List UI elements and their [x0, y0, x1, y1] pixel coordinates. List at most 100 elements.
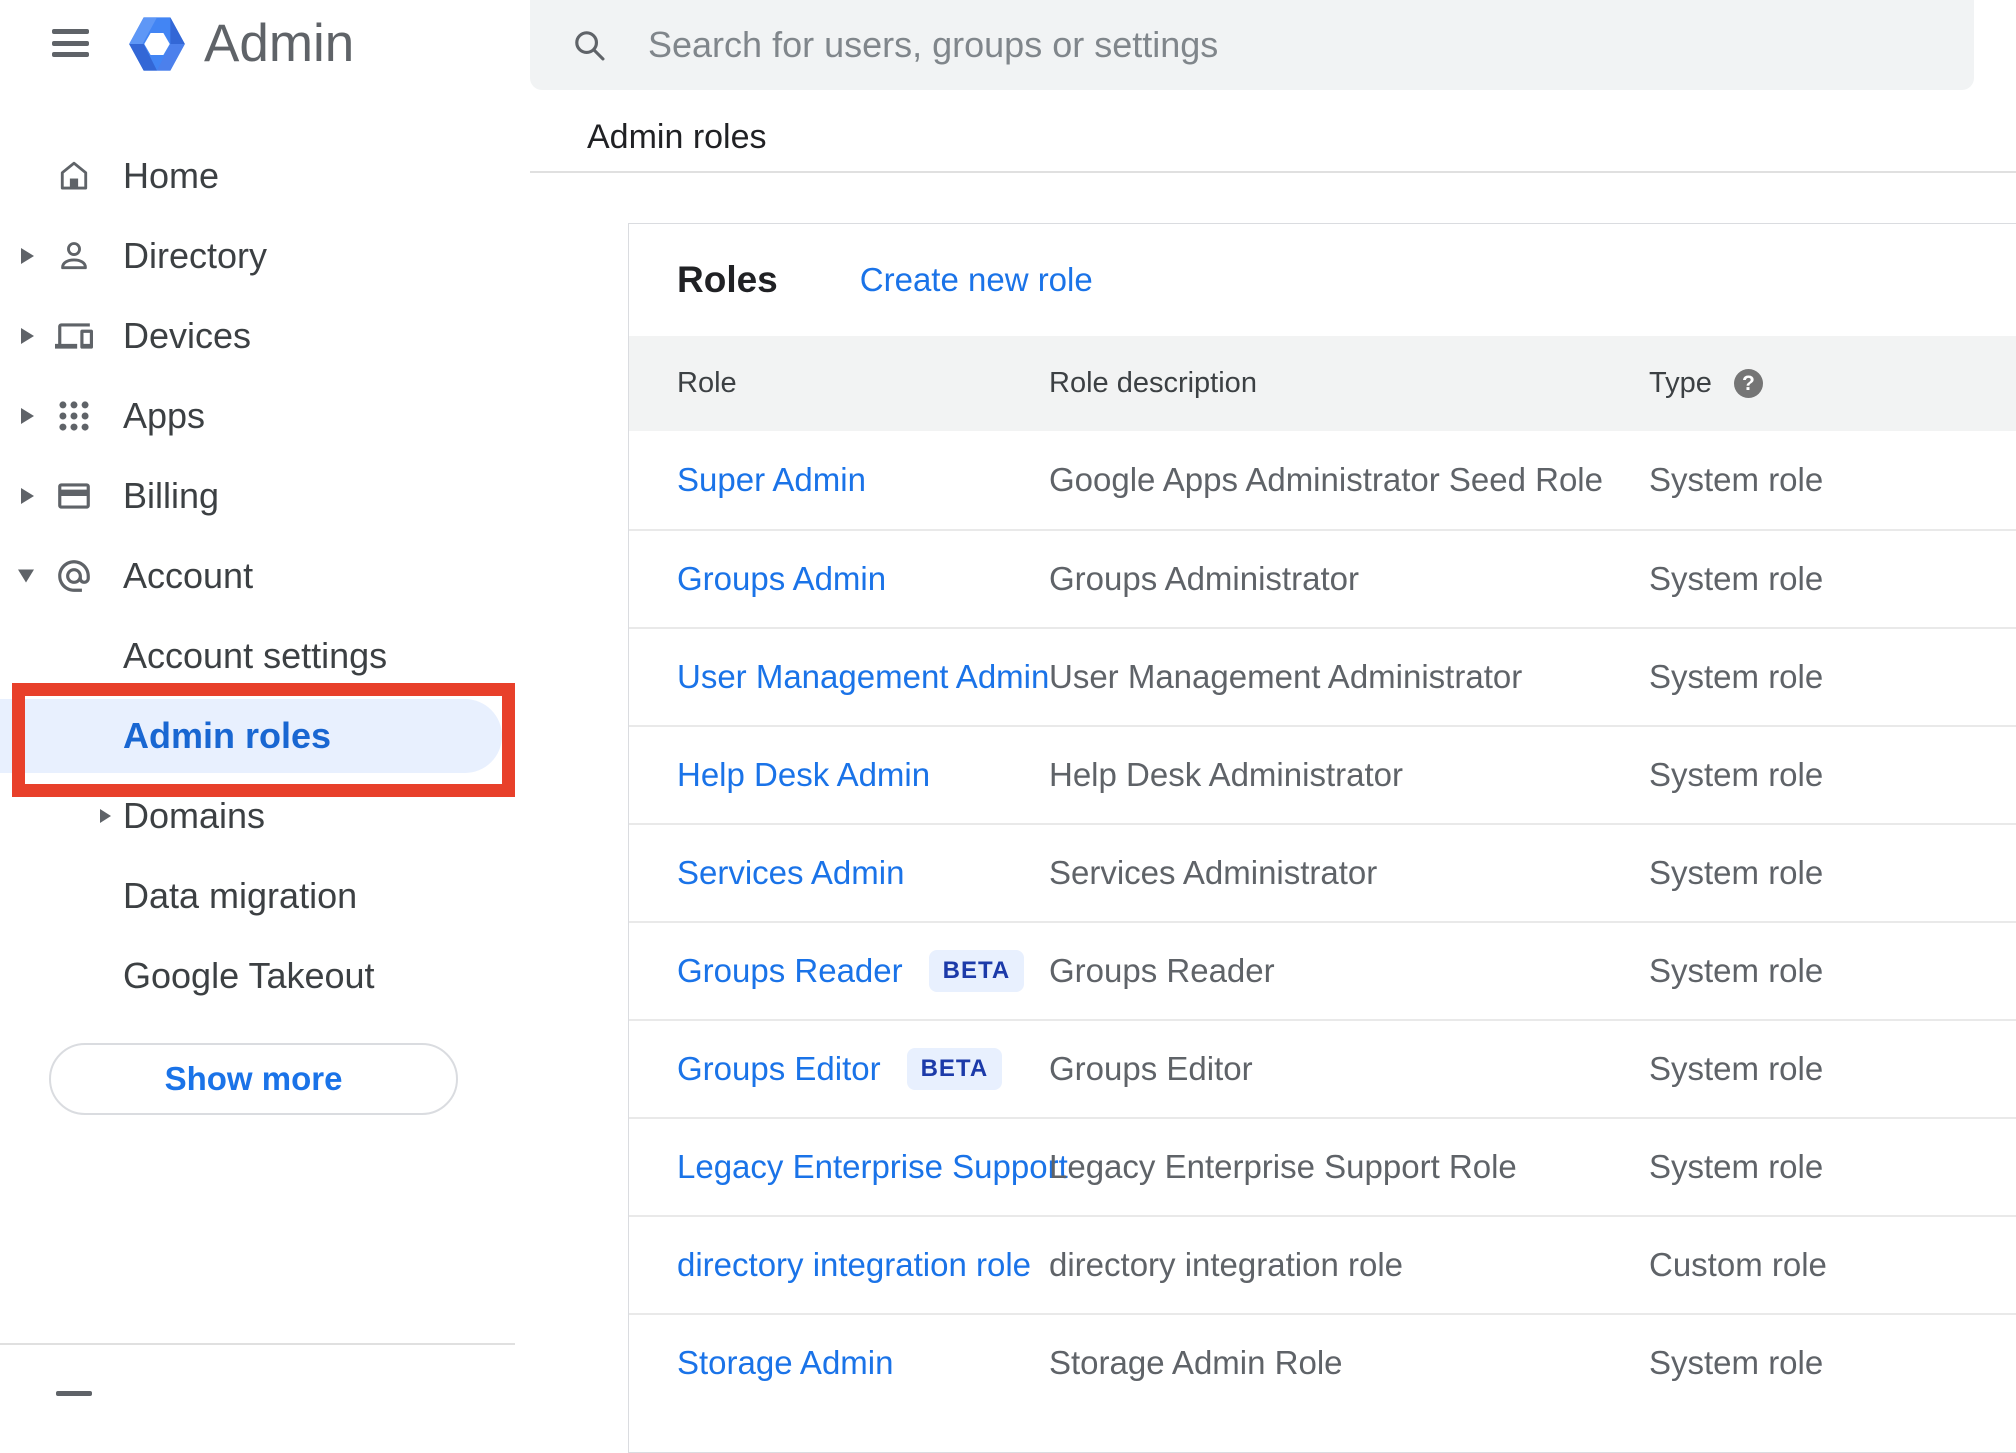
sidebar-item-label: Google Takeout [123, 955, 375, 996]
role-type: System role [1649, 756, 1824, 793]
role-link[interactable]: Storage Admin [677, 1344, 893, 1382]
chevron-right-icon [21, 488, 34, 504]
chevron-right-icon [100, 809, 111, 823]
chevron-right-icon [21, 328, 34, 344]
role-type: System role [1649, 952, 1824, 989]
sidebar-item-label: Admin roles [123, 715, 332, 756]
sidebar-item-directory[interactable]: Directory [0, 216, 530, 296]
at-sign-icon [55, 557, 93, 595]
role-description: Services Administrator [1049, 854, 1378, 891]
create-new-role-link[interactable]: Create new role [860, 261, 1093, 299]
role-description: Legacy Enterprise Support Role [1049, 1148, 1517, 1185]
beta-badge: BETA [906, 1048, 1003, 1090]
column-header-type: Type ? [1649, 367, 2016, 400]
search-input[interactable] [646, 23, 1944, 67]
sidebar-item-admin-roles[interactable]: Admin roles [0, 696, 530, 776]
role-link[interactable]: Services Admin [677, 854, 904, 892]
role-type: System role [1649, 1148, 1824, 1185]
role-cell: Help Desk Admin [677, 756, 1049, 794]
column-header-role: Role [677, 367, 737, 399]
role-description: Storage Admin Role [1049, 1344, 1343, 1381]
role-link[interactable]: Groups Editor [677, 1050, 881, 1088]
person-icon [55, 237, 93, 275]
role-link[interactable]: Legacy Enterprise Support [677, 1148, 1068, 1186]
role-link[interactable]: Super Admin [677, 461, 866, 499]
table-row: Services Admin Services Administrator Sy… [629, 823, 2016, 921]
roles-table-body: Super Admin Google Apps Administrator Se… [629, 431, 2016, 1411]
chevron-right-icon [21, 248, 34, 264]
sidebar-item-label: Devices [123, 315, 252, 356]
role-type: System role [1649, 560, 1824, 597]
home-icon [55, 157, 93, 195]
card-header: Roles Create new role [629, 224, 2016, 336]
beta-badge: BETA [928, 950, 1025, 992]
apps-grid-icon [55, 397, 93, 435]
sidebar-item-billing[interactable]: Billing [0, 456, 530, 536]
role-type: System role [1649, 658, 1824, 695]
role-type: System role [1649, 1344, 1824, 1381]
role-description: User Management Administrator [1049, 658, 1523, 695]
sidebar: Admin Home Directory Devices Apps Billin… [0, 0, 530, 1396]
role-link[interactable]: Groups Reader [677, 952, 903, 990]
sidebar-item-label: Data migration [123, 875, 358, 916]
admin-logo-icon [129, 16, 185, 71]
role-cell: Super Admin [677, 461, 1049, 499]
role-description: Groups Administrator [1049, 560, 1359, 597]
role-type: Custom role [1649, 1246, 1827, 1283]
search-icon [570, 26, 608, 64]
chevron-right-icon [21, 408, 34, 424]
sidebar-item-label: Directory [123, 235, 268, 276]
sidebar-item-label: Apps [123, 395, 206, 436]
role-description: Help Desk Administrator [1049, 756, 1403, 793]
sidebar-item-account[interactable]: Account [0, 536, 530, 616]
sidebar-item-label: Account [123, 555, 254, 596]
column-header-description: Role description [1049, 367, 1257, 399]
card-title: Roles [677, 259, 778, 300]
table-header-row: Role Role description Type ? [629, 336, 2016, 431]
role-description: Google Apps Administrator Seed Role [1049, 461, 1603, 498]
show-more-button[interactable]: Show more [49, 1043, 458, 1115]
roles-card: Roles Create new role Role Role descript… [628, 223, 2016, 1453]
role-cell: Groups Editor BETA [677, 1048, 1049, 1090]
sidebar-item-google-takeout[interactable]: Google Takeout [0, 936, 530, 1016]
role-description: Groups Reader [1049, 952, 1275, 989]
sidebar-item-home[interactable]: Home [0, 136, 530, 216]
role-cell: Groups Admin [677, 560, 1049, 598]
sidebar-divider [0, 1343, 515, 1345]
sidebar-item-data-migration[interactable]: Data migration [0, 856, 530, 936]
role-description: directory integration role [1049, 1246, 1404, 1283]
table-row: Help Desk Admin Help Desk Administrator … [629, 725, 2016, 823]
breadcrumb: Admin roles [587, 118, 767, 156]
help-icon[interactable]: ? [1733, 369, 1763, 398]
hamburger-menu-button[interactable] [52, 29, 89, 57]
admin-logo[interactable]: Admin [128, 13, 354, 74]
sidebar-item-domains[interactable]: Domains [0, 776, 530, 856]
role-link[interactable]: directory integration role [677, 1246, 1031, 1284]
role-cell: Groups Reader BETA [677, 950, 1049, 992]
role-cell: Storage Admin [677, 1344, 1049, 1382]
role-type: System role [1649, 461, 1824, 498]
sidebar-item-label: Account settings [123, 635, 388, 676]
role-type: System role [1649, 854, 1824, 891]
role-link[interactable]: Groups Admin [677, 560, 886, 598]
table-row: Storage Admin Storage Admin Role System … [629, 1313, 2016, 1411]
table-row: Groups Reader BETA Groups Reader System … [629, 921, 2016, 1019]
table-row: Super Admin Google Apps Administrator Se… [629, 431, 2016, 529]
sidebar-item-apps[interactable]: Apps [0, 376, 530, 456]
role-link[interactable]: Help Desk Admin [677, 756, 930, 794]
sidebar-item-account-settings[interactable]: Account settings [0, 616, 530, 696]
table-row: User Management Admin User Management Ad… [629, 627, 2016, 725]
table-row: Groups Editor BETA Groups Editor System … [629, 1019, 2016, 1117]
table-row: Groups Admin Groups Administrator System… [629, 529, 2016, 627]
search-bar [530, 0, 1974, 90]
role-type: System role [1649, 1050, 1824, 1087]
role-cell: Legacy Enterprise Support [677, 1148, 1068, 1186]
role-link[interactable]: User Management Admin [677, 658, 1049, 696]
table-row: Legacy Enterprise Support Legacy Enterpr… [629, 1117, 2016, 1215]
sidebar-item-label: Billing [123, 475, 220, 516]
column-header-type-label: Type [1649, 367, 1712, 399]
sidebar-item-devices[interactable]: Devices [0, 296, 530, 376]
sidebar-nav: Home Directory Devices Apps Billing Acco… [0, 136, 530, 1016]
role-cell: Services Admin [677, 854, 1049, 892]
sidebar-item-label: Domains [123, 795, 266, 836]
